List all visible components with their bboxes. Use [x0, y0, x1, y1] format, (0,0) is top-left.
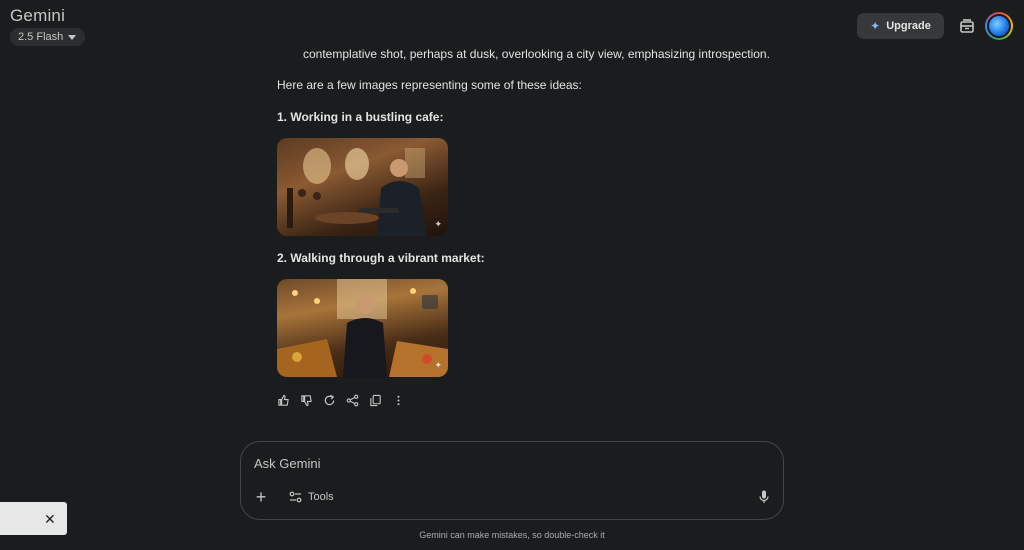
prompt-input[interactable]	[254, 454, 734, 472]
ai-image-badge-icon: ✦	[434, 360, 442, 370]
close-icon[interactable]: ✕	[44, 511, 56, 528]
sparkle-icon: ✦	[870, 19, 881, 33]
disclaimer: Gemini can make mistakes, so double-chec…	[419, 530, 605, 540]
tools-label: Tools	[308, 491, 334, 503]
upgrade-label: Upgrade	[886, 20, 931, 32]
response-actions	[277, 394, 405, 407]
market-scene-art	[277, 279, 448, 377]
response-intro: Here are a few images representing some …	[277, 78, 582, 92]
model-label: 2.5 Flash	[18, 31, 64, 43]
upgrade-button[interactable]: ✦ Upgrade	[857, 13, 944, 39]
avatar[interactable]	[985, 12, 1013, 40]
item-heading-market: 2. Walking through a vibrant market:	[277, 251, 485, 265]
app-title[interactable]: Gemini	[10, 6, 65, 26]
ai-image-badge-icon: ✦	[434, 219, 442, 229]
prompt-composer: + Tools	[240, 441, 784, 520]
thumbs-down-icon[interactable]	[300, 394, 313, 407]
plus-icon[interactable]: +	[253, 487, 269, 507]
tools-icon	[289, 491, 302, 503]
generated-image-market[interactable]: ✦	[277, 279, 448, 377]
share-icon[interactable]	[346, 394, 359, 407]
tools-button[interactable]: Tools	[289, 489, 334, 505]
more-vert-icon[interactable]	[392, 394, 405, 407]
item-heading-cafe: 1. Working in a bustling cafe:	[277, 110, 444, 124]
temporary-chat-icon[interactable]	[958, 17, 976, 35]
generated-image-cafe[interactable]: ✦	[277, 138, 448, 236]
redo-icon[interactable]	[323, 394, 336, 407]
copy-icon[interactable]	[369, 394, 382, 407]
avatar-image	[987, 14, 1011, 38]
cafe-scene-art	[287, 148, 427, 236]
mic-icon[interactable]	[757, 489, 771, 505]
model-selector[interactable]: 2.5 Flash	[10, 28, 86, 46]
thumbs-up-icon[interactable]	[277, 394, 290, 407]
toast: ✕	[0, 502, 67, 535]
response-text-truncated: contemplative shot, perhaps at dusk, ove…	[303, 47, 770, 61]
caret-down-icon	[68, 34, 77, 40]
